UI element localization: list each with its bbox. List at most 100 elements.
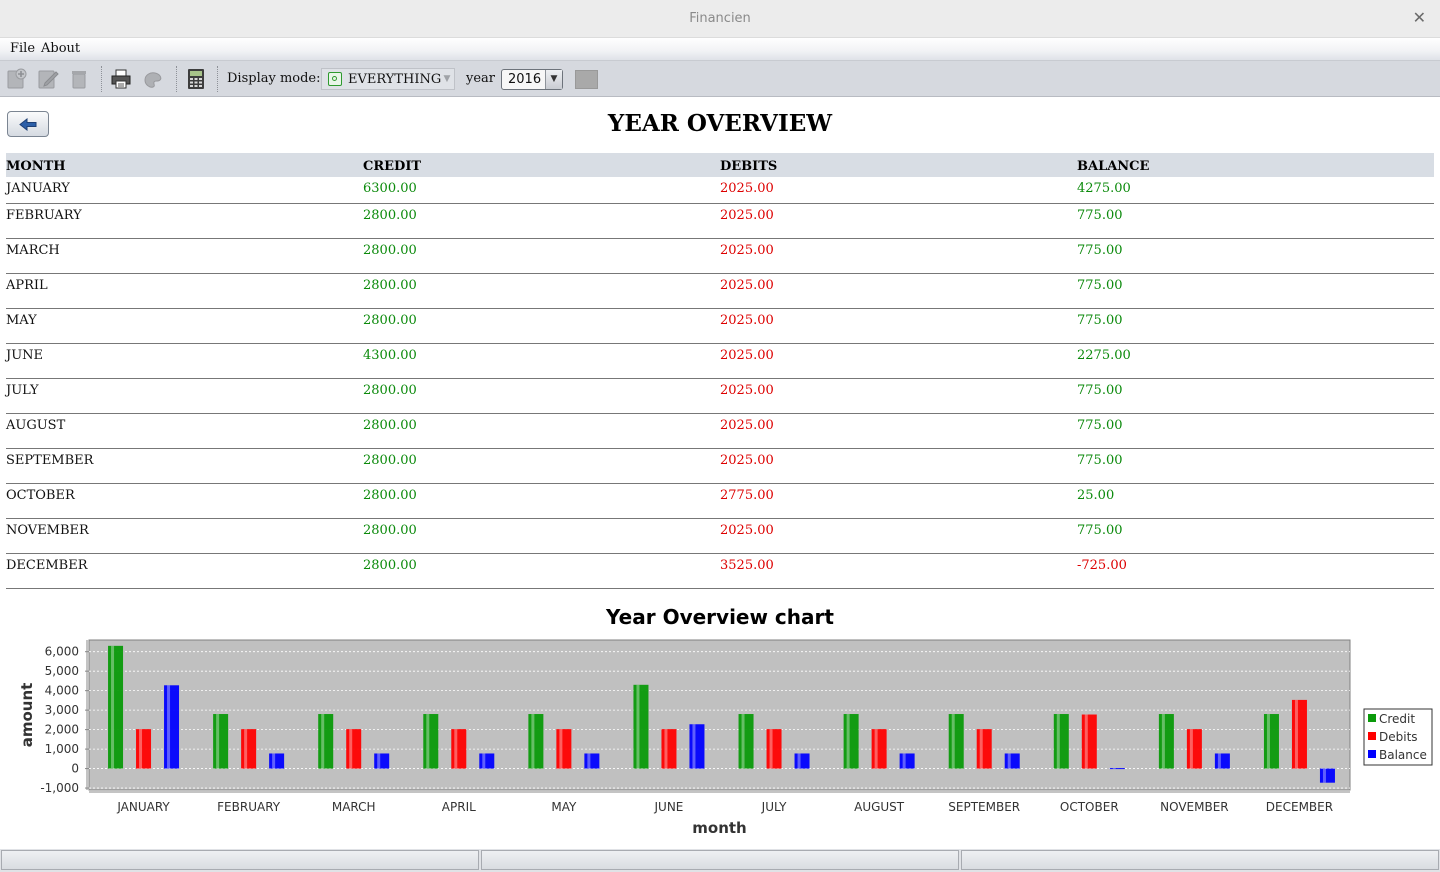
table-row[interactable]: OCTOBER 2800.00 2775.00 25.00 <box>6 483 1434 519</box>
debits-bar-highlight <box>1084 714 1088 769</box>
x-axis-label: month <box>692 819 746 837</box>
legend-swatch <box>1368 714 1376 722</box>
credit-bar-highlight <box>846 714 850 769</box>
table-row[interactable]: DECEMBER 2800.00 3525.00 -725.00 <box>6 553 1434 589</box>
display-mode-select[interactable]: EVERYTHING ▼ <box>321 68 455 90</box>
debits-cell: 2025.00 <box>720 343 1077 379</box>
y-tick-label: 2,000 <box>45 723 79 737</box>
y-axis-label: amount <box>18 683 36 748</box>
credit-cell: 2800.00 <box>363 273 720 309</box>
table-row[interactable]: FEBRUARY 2800.00 2025.00 775.00 <box>6 203 1434 239</box>
x-tick-label: FEBRUARY <box>217 800 281 814</box>
debits-bar-highlight <box>454 729 458 769</box>
credit-bar-highlight <box>951 714 955 769</box>
debits-bar <box>976 729 992 769</box>
credit-bar <box>108 645 124 769</box>
month-cell: JUNE <box>6 343 363 379</box>
credit-bar <box>843 714 859 769</box>
balance-bar <box>1214 753 1230 769</box>
chevron-down-icon: ▼ <box>545 70 562 89</box>
month-cell: APRIL <box>6 273 363 309</box>
balance-cell: 775.00 <box>1077 448 1434 484</box>
debits-cell: 2775.00 <box>720 483 1077 519</box>
x-tick-label: JULY <box>761 800 787 814</box>
balance-bar <box>689 724 705 769</box>
display-mode-value: EVERYTHING <box>348 72 442 87</box>
year-overview-table: MONTH CREDIT DEBITS BALANCE JANUARY 6300.… <box>6 153 1434 589</box>
x-tick-label: MAY <box>551 800 577 814</box>
balance-bar <box>584 753 600 769</box>
debits-cell: 2025.00 <box>720 238 1077 274</box>
balance-bar <box>479 753 495 769</box>
balance-bar-highlight <box>1007 753 1011 769</box>
month-cell: DECEMBER <box>6 553 363 589</box>
month-cell: FEBRUARY <box>6 203 363 239</box>
x-tick-label: OCTOBER <box>1060 800 1119 814</box>
table-row[interactable]: JUNE 4300.00 2025.00 2275.00 <box>6 343 1434 379</box>
debits-bar-highlight <box>874 729 878 769</box>
table-row[interactable]: AUGUST 2800.00 2025.00 775.00 <box>6 413 1434 449</box>
display-mode-label: Display mode: <box>227 71 321 86</box>
table-row[interactable]: MARCH 2800.00 2025.00 775.00 <box>6 238 1434 274</box>
menu-about[interactable]: About <box>41 41 80 56</box>
debits-bar <box>556 729 572 769</box>
debits-bar-highlight <box>1189 729 1193 769</box>
credit-cell: 2800.00 <box>363 413 720 449</box>
balance-cell: 775.00 <box>1077 378 1434 414</box>
toolbar-separator <box>176 66 177 92</box>
balance-bar-highlight <box>1112 768 1116 770</box>
calculator-icon[interactable] <box>185 68 207 90</box>
balance-cell: -725.00 <box>1077 553 1434 589</box>
debits-cell: 2025.00 <box>720 378 1077 414</box>
debits-bar-highlight <box>769 729 773 769</box>
balance-bar <box>374 753 390 769</box>
print-icon[interactable] <box>110 68 132 90</box>
status-panel-1 <box>1 850 479 870</box>
table-row[interactable]: JANUARY 6300.00 2025.00 4275.00 <box>6 177 1434 204</box>
status-panel-3 <box>961 850 1439 870</box>
page-title: YEAR OVERVIEW <box>607 110 833 137</box>
balance-bar-highlight <box>587 753 591 769</box>
debits-cell: 3525.00 <box>720 553 1077 589</box>
y-tick-label: 6,000 <box>45 645 79 659</box>
legend-item: Credit <box>1379 712 1415 726</box>
y-tick-label: -1,000 <box>40 781 79 795</box>
month-cell: MARCH <box>6 238 363 274</box>
edit-record-icon[interactable] <box>37 68 59 90</box>
menu-file[interactable]: File <box>10 41 35 56</box>
table-row[interactable]: APRIL 2800.00 2025.00 775.00 <box>6 273 1434 309</box>
table-row[interactable]: NOVEMBER 2800.00 2025.00 775.00 <box>6 518 1434 554</box>
x-tick-label: DECEMBER <box>1266 800 1333 814</box>
toolbar-extra-button[interactable] <box>575 70 598 89</box>
debits-bar <box>871 729 887 769</box>
year-select[interactable]: 2016 ▼ <box>501 69 563 90</box>
credit-bar <box>633 684 649 769</box>
debits-cell: 2025.00 <box>720 413 1077 449</box>
month-cell: SEPTEMBER <box>6 448 363 484</box>
debits-bar-highlight <box>244 729 248 769</box>
column-header-credit: CREDIT <box>363 153 720 177</box>
y-tick-label: 0 <box>71 762 79 776</box>
debits-bar-highlight <box>979 729 983 769</box>
debits-bar <box>766 729 782 769</box>
credit-bar-highlight <box>1266 714 1270 769</box>
x-tick-label: JANUARY <box>116 800 170 814</box>
credit-cell: 2800.00 <box>363 203 720 239</box>
balance-cell: 775.00 <box>1077 308 1434 344</box>
balance-cell: 775.00 <box>1077 413 1434 449</box>
table-row[interactable]: SEPTEMBER 2800.00 2025.00 775.00 <box>6 448 1434 484</box>
credit-cell: 2800.00 <box>363 448 720 484</box>
column-header-month: MONTH <box>6 153 363 177</box>
close-icon[interactable]: ✕ <box>1413 8 1426 27</box>
delete-record-icon[interactable] <box>68 68 90 90</box>
month-cell: OCTOBER <box>6 483 363 519</box>
add-record-icon[interactable] <box>6 68 28 90</box>
balance-cell: 4275.00 <box>1077 177 1434 204</box>
balance-bar-highlight <box>377 753 381 769</box>
palette-icon[interactable] <box>142 68 164 90</box>
credit-bar-highlight <box>531 714 535 769</box>
table-row[interactable]: JULY 2800.00 2025.00 775.00 <box>6 378 1434 414</box>
year-value: 2016 <box>508 72 542 87</box>
legend-swatch <box>1368 750 1376 758</box>
table-row[interactable]: MAY 2800.00 2025.00 775.00 <box>6 308 1434 344</box>
